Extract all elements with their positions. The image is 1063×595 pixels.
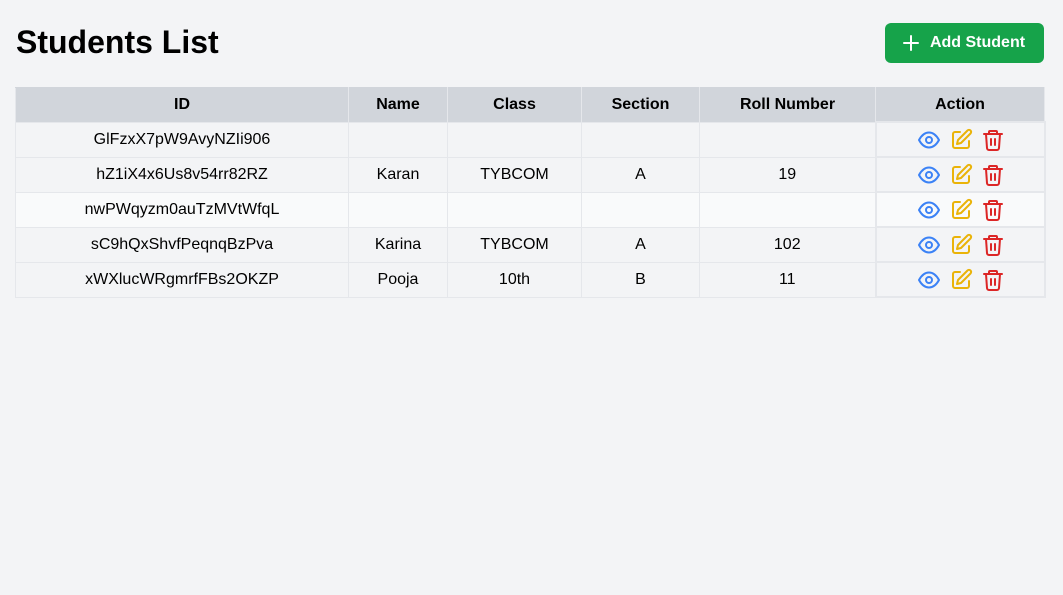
cell-class <box>447 121 582 158</box>
cell-actions <box>874 121 1046 158</box>
table-row: hZ1iX4x6Us8v54rr82RZ Karan TYBCOM A 19 <box>15 156 1046 193</box>
cell-class <box>447 191 582 228</box>
column-header-section[interactable]: Section <box>581 87 700 123</box>
students-table-container: ID Name Class Section Roll Number Action… <box>15 87 1046 298</box>
eye-icon[interactable] <box>917 233 941 257</box>
column-header-roll-number[interactable]: Roll Number <box>699 87 876 123</box>
cell-id: xWXlucWRgmrfFBs2OKZP <box>15 261 349 298</box>
cell-id: hZ1iX4x6Us8v54rr82RZ <box>15 156 349 193</box>
cell-actions <box>874 226 1046 263</box>
cell-name: Karan <box>348 156 448 193</box>
cell-id: GlFzxX7pW9AvyNZIi906 <box>15 121 349 158</box>
edit-icon[interactable] <box>949 198 973 222</box>
trash-icon[interactable] <box>981 128 1005 152</box>
cell-roll-number: 19 <box>699 156 876 193</box>
table-body: GlFzxX7pW9AvyNZIi906 hZ1iX4x6Us8v54rr82R… <box>15 121 1046 298</box>
cell-name: Pooja <box>348 261 448 298</box>
table-row: GlFzxX7pW9AvyNZIi906 <box>15 121 1046 158</box>
cell-section: B <box>581 261 700 298</box>
eye-icon[interactable] <box>917 163 941 187</box>
table-row: nwPWqyzm0auTzMVtWfqL <box>15 191 1046 228</box>
eye-icon[interactable] <box>917 268 941 292</box>
edit-icon[interactable] <box>949 163 973 187</box>
cell-roll-number <box>699 191 876 228</box>
trash-icon[interactable] <box>981 268 1005 292</box>
table-header-row: ID Name Class Section Roll Number Action <box>15 87 1045 123</box>
cell-roll-number: 102 <box>699 226 876 263</box>
cell-id: sC9hQxShvfPeqnqBzPva <box>15 226 349 263</box>
cell-actions <box>874 191 1046 228</box>
cell-section: A <box>581 156 700 193</box>
cell-id: nwPWqyzm0auTzMVtWfqL <box>15 191 349 228</box>
cell-roll-number <box>699 121 876 158</box>
cell-class: TYBCOM <box>447 156 582 193</box>
trash-icon[interactable] <box>981 233 1005 257</box>
eye-icon[interactable] <box>917 198 941 222</box>
cell-section: A <box>581 226 700 263</box>
cell-actions <box>874 156 1046 193</box>
cell-class: TYBCOM <box>447 226 582 263</box>
edit-icon[interactable] <box>949 233 973 257</box>
add-student-button[interactable]: Add Student <box>885 23 1044 63</box>
trash-icon[interactable] <box>981 198 1005 222</box>
page-title: Students List <box>16 24 219 60</box>
edit-icon[interactable] <box>949 128 973 152</box>
table-row: sC9hQxShvfPeqnqBzPva Karina TYBCOM A 102 <box>15 226 1046 263</box>
cell-name <box>348 191 448 228</box>
students-table: ID Name Class Section Roll Number Action… <box>15 87 1046 298</box>
eye-icon[interactable] <box>917 128 941 152</box>
add-student-label: Add Student <box>929 34 1026 51</box>
column-header-id[interactable]: ID <box>15 87 349 123</box>
table-row: xWXlucWRgmrfFBs2OKZP Pooja 10th B 11 <box>15 261 1046 298</box>
trash-icon[interactable] <box>981 163 1005 187</box>
cell-actions <box>874 261 1046 298</box>
cell-name: Karina <box>348 226 448 263</box>
column-header-action: Action <box>875 87 1045 123</box>
cell-name <box>348 121 448 158</box>
plus-icon <box>902 34 920 52</box>
cell-roll-number: 11 <box>699 261 876 298</box>
cell-section <box>581 191 700 228</box>
cell-class: 10th <box>447 261 582 298</box>
edit-icon[interactable] <box>949 268 973 292</box>
column-header-class[interactable]: Class <box>447 87 582 123</box>
students-page: Students List Add Student ID Name Class … <box>0 0 1063 595</box>
column-header-name[interactable]: Name <box>348 87 448 123</box>
cell-section <box>581 121 700 158</box>
